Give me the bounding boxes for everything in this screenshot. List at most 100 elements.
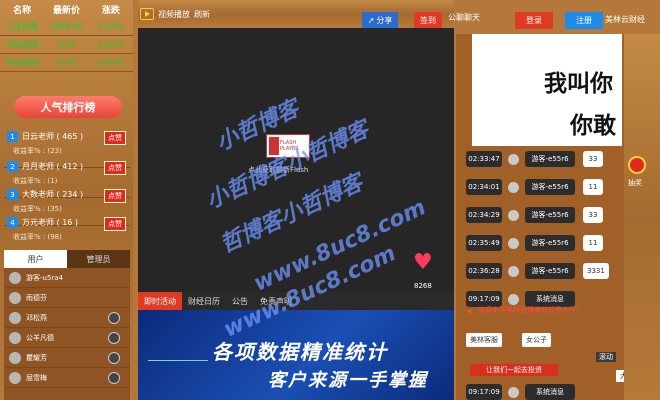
welcome-message: 欢迎来到美林直播美林投资大厅!: [478, 306, 579, 314]
user-name: 邓松燕: [26, 313, 47, 322]
message-text: 33: [583, 207, 603, 223]
message-time: 02:36:28: [466, 263, 502, 279]
video-player[interactable]: FLASH PLAYER 点此获取最新Flash ♥ 8268: [138, 28, 454, 292]
message-time: 02:35:49: [466, 235, 502, 251]
user-name: 屈雪梅: [26, 373, 47, 382]
teacher-item[interactable]: 4 万元老师 ( 16 ) 收益率% : (98) 点赞: [4, 214, 130, 254]
message-user[interactable]: 系统消息: [525, 384, 575, 400]
message-user[interactable]: 游客-e55r6: [525, 151, 575, 167]
user-item[interactable]: 邓松燕: [4, 308, 130, 328]
teacher-return: 收益率% : (35): [13, 205, 62, 213]
level-badge-icon: [108, 311, 120, 324]
user-item[interactable]: 雨德芬: [4, 288, 130, 308]
tab-disclaimer[interactable]: 免责声明: [254, 292, 298, 310]
col-price: 最新价: [52, 5, 80, 16]
player-toolbar: 视频播放 刷新: [138, 0, 454, 28]
banner-line-1: 各项数据精准统计: [212, 340, 388, 364]
left-panel: 名称 最新价 涨跌 上证指数 2889.95 0.00% 深证成指 0.00 0…: [0, 0, 133, 400]
user-item[interactable]: 瞿耀芳: [4, 348, 130, 368]
quote-row[interactable]: 创业板指 0.00 0.00%: [0, 54, 133, 72]
login-button[interactable]: 登录: [515, 12, 553, 29]
share-icon: ↗: [367, 15, 375, 25]
teacher-name: 日云老师 ( 465 ): [22, 132, 84, 141]
rank-number: 3: [7, 189, 18, 200]
level-badge-icon: [108, 371, 120, 384]
avatar: [9, 291, 21, 304]
message-text: 33: [583, 151, 603, 167]
side-rail: [624, 34, 660, 400]
auto-scroll-toggle[interactable]: 滚动: [596, 352, 616, 362]
refresh-button[interactable]: 刷新: [194, 9, 210, 20]
user-name: 瞿耀芳: [26, 353, 47, 362]
info-tabs: 即时活动 财经日历 公告 免责声明: [138, 292, 454, 310]
quote-row[interactable]: 上证指数 2889.95 0.00%: [0, 18, 133, 36]
rank-number: 1: [7, 131, 18, 142]
avatar: [508, 265, 519, 277]
share-button[interactable]: ↗ 分享: [362, 12, 398, 28]
share-label: 分享: [376, 15, 393, 25]
tab-users[interactable]: 用户: [4, 250, 67, 268]
tab-finance-calendar[interactable]: 财经日历: [182, 292, 226, 310]
message-user[interactable]: 游客-e55r6: [525, 179, 575, 195]
chat-message: 02:33:47 游客-e55r6 33: [466, 149, 624, 169]
teacher-return: 收益率% : (98): [13, 233, 62, 241]
quote-row[interactable]: 深证成指 0.00 0.00%: [0, 36, 133, 54]
tab-admins[interactable]: 管理员: [67, 250, 130, 268]
pulse-line-icon: [148, 360, 208, 361]
user-name: 雨德芬: [26, 293, 47, 302]
quote-change: 0.00%: [98, 58, 124, 67]
video-tab[interactable]: 视频播放: [158, 9, 190, 20]
message-user[interactable]: 游客-e55r6: [525, 263, 575, 279]
chat-message: 02:35:49 游客-e55r6 11: [466, 233, 624, 253]
message-user[interactable]: 游客-e55r6: [525, 207, 575, 223]
message-text: 11: [583, 179, 603, 195]
sign-in-button[interactable]: 签到: [414, 12, 442, 28]
avatar: [9, 351, 21, 364]
lottery-label: 抽奖: [628, 179, 642, 187]
teacher-return: 收益率% : (23): [13, 147, 62, 155]
heart-icon[interactable]: ♥: [413, 252, 433, 274]
like-button[interactable]: 点赞: [104, 189, 126, 203]
rank-number: 4: [7, 217, 18, 228]
chat-message: 02:34:29 游客-e55r6 33: [466, 205, 624, 225]
promo-banner[interactable]: 各项数据精准统计 客户来源一手掌握: [138, 310, 454, 400]
message-user[interactable]: 游客-e55r6: [525, 235, 575, 251]
teacher-return: 收益率% : (1): [13, 177, 58, 185]
user-tabs: 用户 管理员: [4, 250, 130, 268]
video-icon: [140, 8, 154, 20]
quote-price: 0.00: [57, 58, 76, 67]
like-button[interactable]: 点赞: [104, 161, 126, 175]
user-item[interactable]: 公羊凡德: [4, 328, 130, 348]
message-time: 09:17:09: [466, 384, 502, 400]
flash-logo-text: FLASH PLAYER: [280, 140, 299, 152]
user-item[interactable]: 游客-u5ra4: [4, 268, 130, 288]
user-item[interactable]: 屈雪梅: [4, 368, 130, 388]
like-button[interactable]: 点赞: [104, 217, 126, 231]
rank-number: 2: [7, 161, 18, 172]
lottery-icon[interactable]: [628, 156, 646, 174]
user-name: 游客-u5ra4: [26, 273, 64, 282]
register-button[interactable]: 注册: [565, 12, 603, 29]
avatar: [508, 181, 519, 193]
service-contact[interactable]: 美林客服: [466, 333, 502, 347]
like-button[interactable]: 点赞: [104, 131, 126, 145]
col-change: 涨跌: [101, 5, 120, 16]
service-contact[interactable]: 女公子: [522, 333, 551, 347]
avatar: [508, 386, 519, 398]
popularity-ranking-button[interactable]: 人气排行榜: [14, 96, 122, 118]
user-name: 公羊凡德: [26, 333, 54, 342]
quote-name: 上证指数: [6, 22, 39, 31]
level-badge-icon: [108, 351, 120, 364]
get-flash-link[interactable]: 点此获取最新Flash: [248, 165, 308, 175]
quote-name: 创业板指: [6, 58, 39, 67]
avatar: [9, 371, 21, 384]
message-text: 3331: [583, 263, 609, 279]
quote-price: 0.00: [57, 40, 76, 49]
flash-player-logo[interactable]: FLASH PLAYER: [266, 134, 310, 158]
tab-live-activity[interactable]: 即时活动: [138, 292, 182, 310]
message-time: 02:33:47: [466, 151, 502, 167]
avatar: [9, 271, 21, 284]
tab-notice[interactable]: 公告: [226, 292, 254, 310]
quote-header: 名称 最新价 涨跌: [0, 0, 133, 18]
chat-image[interactable]: 我叫你 你敢: [472, 34, 622, 146]
